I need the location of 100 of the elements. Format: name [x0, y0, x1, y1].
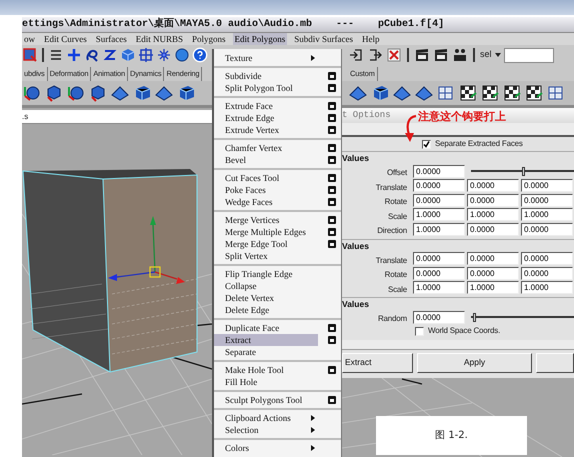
number-field[interactable]: 0.0000 — [521, 194, 573, 207]
number-field[interactable]: 0.0000 — [413, 266, 465, 280]
sphere-icon[interactable] — [174, 47, 190, 63]
select-icon[interactable] — [22, 47, 38, 63]
number-field[interactable]: 1.0000 — [467, 208, 519, 222]
menu-item[interactable]: Colors — [214, 442, 318, 454]
menu-item[interactable]: Extrude Face — [214, 100, 318, 112]
number-field[interactable]: 1.0000 — [413, 208, 465, 222]
menu-item[interactable]: Wedge Faces — [214, 196, 318, 208]
plus-icon[interactable] — [66, 47, 82, 63]
number-field[interactable]: 0.0000 — [413, 310, 465, 324]
number-field[interactable]: 0.0000 — [521, 266, 573, 280]
menu-item[interactable]: Split Polygon Tool — [214, 82, 318, 94]
menu-item[interactable]: Extrude Edge — [214, 112, 318, 124]
menu-item[interactable]: Flip Triangle Edge — [214, 268, 318, 280]
sparkle-icon[interactable] — [156, 47, 172, 63]
menu-item[interactable]: Chamfer Vertex — [214, 142, 318, 154]
menu-item[interactable]: Split Vertex — [214, 250, 318, 262]
clapper-icon[interactable] — [433, 47, 449, 63]
menu-item[interactable]: Texture — [214, 52, 318, 64]
menu-item[interactable]: Extrude Vertex — [214, 124, 318, 136]
option-box-icon[interactable] — [328, 102, 336, 110]
number-field[interactable]: 0.0000 — [467, 222, 519, 236]
dialog-button[interactable] — [536, 352, 574, 372]
menu-item[interactable]: Clipboard Actions — [214, 412, 318, 424]
slider[interactable] — [471, 166, 574, 176]
option-box-icon[interactable] — [328, 366, 336, 374]
number-field[interactable]: 0.0000 — [521, 222, 573, 236]
dialog-button[interactable]: Extract — [342, 352, 413, 372]
checker-icon[interactable] — [458, 83, 478, 103]
menu[interactable]: Polygons — [190, 33, 228, 45]
option-box-icon[interactable] — [328, 228, 336, 236]
menu-item[interactable]: Delete Edge — [214, 304, 318, 316]
number-field[interactable]: 0.0000 — [521, 179, 573, 192]
menu-item[interactable]: Make Hole Tool — [214, 364, 318, 376]
option-box-icon[interactable] — [328, 336, 336, 344]
arrow-out-icon[interactable] — [367, 47, 383, 63]
help-icon[interactable] — [192, 47, 208, 63]
menu-item[interactable]: Extract — [214, 334, 318, 346]
number-field[interactable]: 0.0000 — [467, 252, 519, 266]
option-box-icon[interactable] — [328, 72, 336, 80]
caret-icon[interactable] — [494, 53, 501, 57]
option-box-icon[interactable] — [328, 126, 336, 134]
option-box-icon[interactable] — [328, 114, 336, 122]
slider-thumb[interactable] — [473, 312, 476, 322]
number-field[interactable]: 1.0000 — [413, 222, 465, 236]
checker-icon[interactable] — [502, 83, 522, 103]
menu[interactable]: Subdiv Surfaces — [292, 33, 356, 45]
menu-item[interactable]: Sculpt Polygons Tool — [214, 394, 318, 406]
option-box-icon[interactable] — [328, 174, 336, 182]
number-field[interactable]: 0.0000 — [467, 179, 519, 192]
option-box-icon[interactable] — [328, 216, 336, 224]
option-box-icon[interactable] — [328, 396, 336, 404]
number-field[interactable]: 0.0000 — [413, 194, 465, 207]
menu-item[interactable]: Collapse — [214, 280, 318, 292]
option-box-icon[interactable] — [328, 198, 336, 206]
option-box-icon[interactable] — [328, 156, 336, 164]
zigzag-icon[interactable] — [102, 47, 118, 63]
number-field[interactable]: 0.0000 — [467, 194, 519, 207]
selection-label[interactable]: sel — [480, 48, 492, 62]
menu[interactable]: ow — [22, 33, 37, 45]
menu[interactable]: Edit NURBS — [134, 33, 186, 45]
clapper-icon[interactable] — [452, 47, 468, 63]
menu[interactable]: Edit Polygons — [232, 33, 288, 45]
option-box-icon[interactable] — [328, 144, 336, 152]
option-box-icon[interactable] — [328, 186, 336, 194]
menu-item[interactable]: Separate — [214, 346, 318, 358]
menu-item[interactable]: Merge Edge Tool — [214, 238, 318, 250]
menu-item[interactable]: Merge Vertices — [214, 214, 318, 226]
menu-item[interactable]: Selection — [214, 424, 318, 436]
grid-icon[interactable] — [138, 47, 154, 63]
slider-thumb[interactable] — [522, 166, 524, 176]
selection-field[interactable] — [504, 48, 554, 62]
number-field[interactable]: 0.0000 — [413, 164, 465, 178]
cross-icon[interactable] — [386, 47, 402, 63]
slider[interactable] — [471, 312, 574, 322]
option-box-icon[interactable] — [328, 84, 336, 92]
number-field[interactable]: 0.0000 — [413, 252, 465, 266]
checker-icon[interactable] — [524, 83, 544, 103]
checker-icon[interactable] — [480, 83, 500, 103]
menu-item[interactable]: Poke Faces — [214, 184, 318, 196]
menu-item[interactable]: Merge Multiple Edges — [214, 226, 318, 238]
arrow-in-icon[interactable] — [348, 47, 364, 63]
option-box-icon[interactable] — [328, 240, 336, 248]
menu[interactable]: Help — [360, 33, 382, 45]
clapper-icon[interactable] — [414, 47, 430, 63]
menu-item[interactable]: Subdivide — [214, 70, 318, 82]
number-field[interactable]: 1.0000 — [467, 281, 519, 294]
number-field[interactable]: 0.0000 — [521, 252, 573, 266]
number-field[interactable]: 0.0000 — [467, 266, 519, 280]
menu-item[interactable]: Fill Hole — [214, 376, 318, 388]
menu[interactable]: Edit Curves — [42, 33, 89, 45]
option-box-icon[interactable] — [328, 324, 336, 332]
checkbox[interactable] — [415, 326, 424, 336]
number-field[interactable]: 1.0000 — [413, 281, 465, 294]
number-field[interactable]: 0.0000 — [413, 179, 465, 192]
lasso-icon[interactable] — [84, 47, 100, 63]
menu-item[interactable]: Bevel — [214, 154, 318, 166]
number-field[interactable]: 1.0000 — [521, 281, 573, 294]
menu-item[interactable]: Delete Vertex — [214, 292, 318, 304]
